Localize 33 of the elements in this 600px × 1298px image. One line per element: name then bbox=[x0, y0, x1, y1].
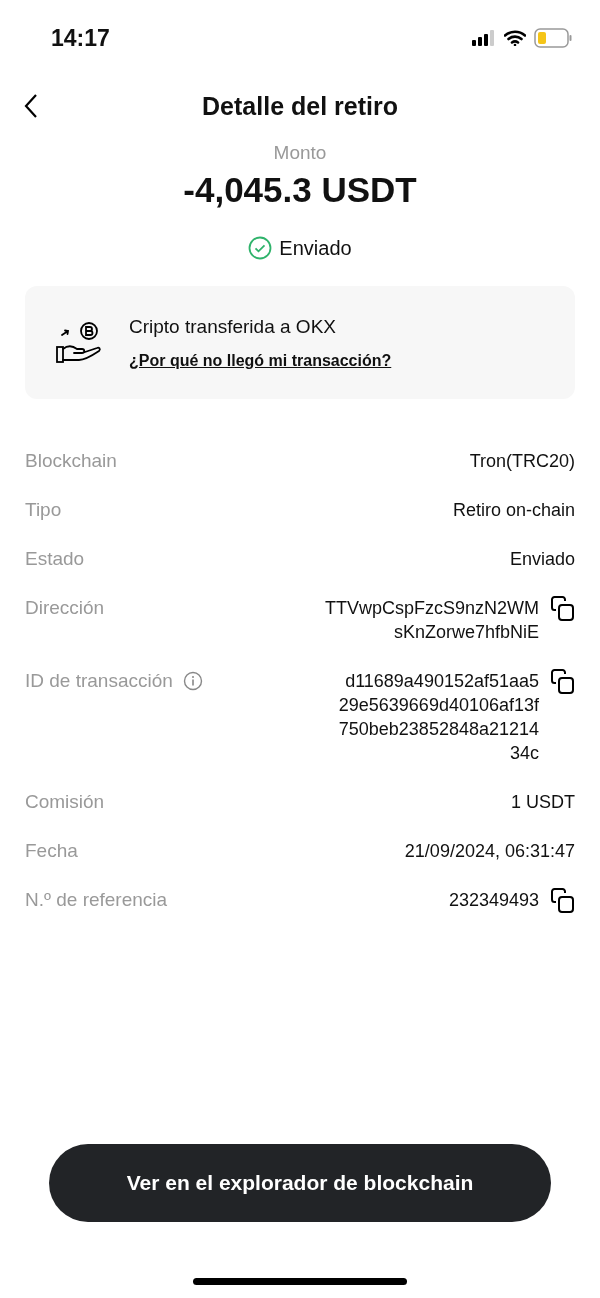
detail-value: Enviado bbox=[509, 548, 575, 571]
check-circle-icon bbox=[248, 236, 273, 260]
detail-value: Retiro on-chain bbox=[452, 499, 575, 522]
status-label: Enviado bbox=[279, 236, 352, 260]
wifi-icon bbox=[504, 30, 526, 46]
back-icon[interactable] bbox=[24, 94, 38, 118]
detail-label: Estado bbox=[25, 547, 85, 571]
info-icon[interactable] bbox=[182, 671, 203, 691]
amount-label: Monto bbox=[273, 142, 327, 164]
amount-value: -4,045.3 USDT bbox=[183, 170, 417, 210]
detail-value: TTVwpCspFzcS9nzN2WM sKnZorwe7hfbNiE bbox=[324, 597, 539, 644]
status-time: 14:17 bbox=[51, 24, 110, 52]
battery-icon bbox=[534, 28, 572, 48]
copy-icon[interactable] bbox=[551, 596, 575, 622]
copy-icon[interactable] bbox=[551, 888, 575, 914]
detail-value: 1 USDT bbox=[511, 791, 575, 814]
explorer-button[interactable]: Ver en el explorador de blockchain bbox=[49, 1144, 551, 1222]
detail-label: Comisión bbox=[25, 790, 105, 814]
signal-icon bbox=[472, 30, 496, 46]
detail-label: Blockchain bbox=[25, 449, 117, 473]
page-title: Detalle del retiro bbox=[202, 91, 398, 121]
detail-label: N.º de referencia bbox=[25, 888, 168, 912]
detail-value: d11689a490152af51aa5 29e5639669d40106af13f 750beb23852848a21214 34c bbox=[338, 670, 539, 765]
help-link[interactable]: ¿Por qué no llegó mi transacción? bbox=[129, 351, 392, 370]
detail-label: ID de transacción bbox=[25, 669, 173, 693]
detail-value: 21/09/2024, 06:31:47 bbox=[404, 840, 575, 863]
detail-value: Tron(TRC20) bbox=[469, 450, 575, 473]
detail-value: 232349493 bbox=[448, 889, 539, 912]
copy-icon[interactable] bbox=[551, 669, 575, 695]
notice-title: Cripto transferida a OKX bbox=[129, 315, 337, 338]
detail-label: Tipo bbox=[25, 498, 62, 522]
detail-label: Fecha bbox=[25, 839, 78, 863]
detail-label: Dirección bbox=[25, 596, 105, 620]
